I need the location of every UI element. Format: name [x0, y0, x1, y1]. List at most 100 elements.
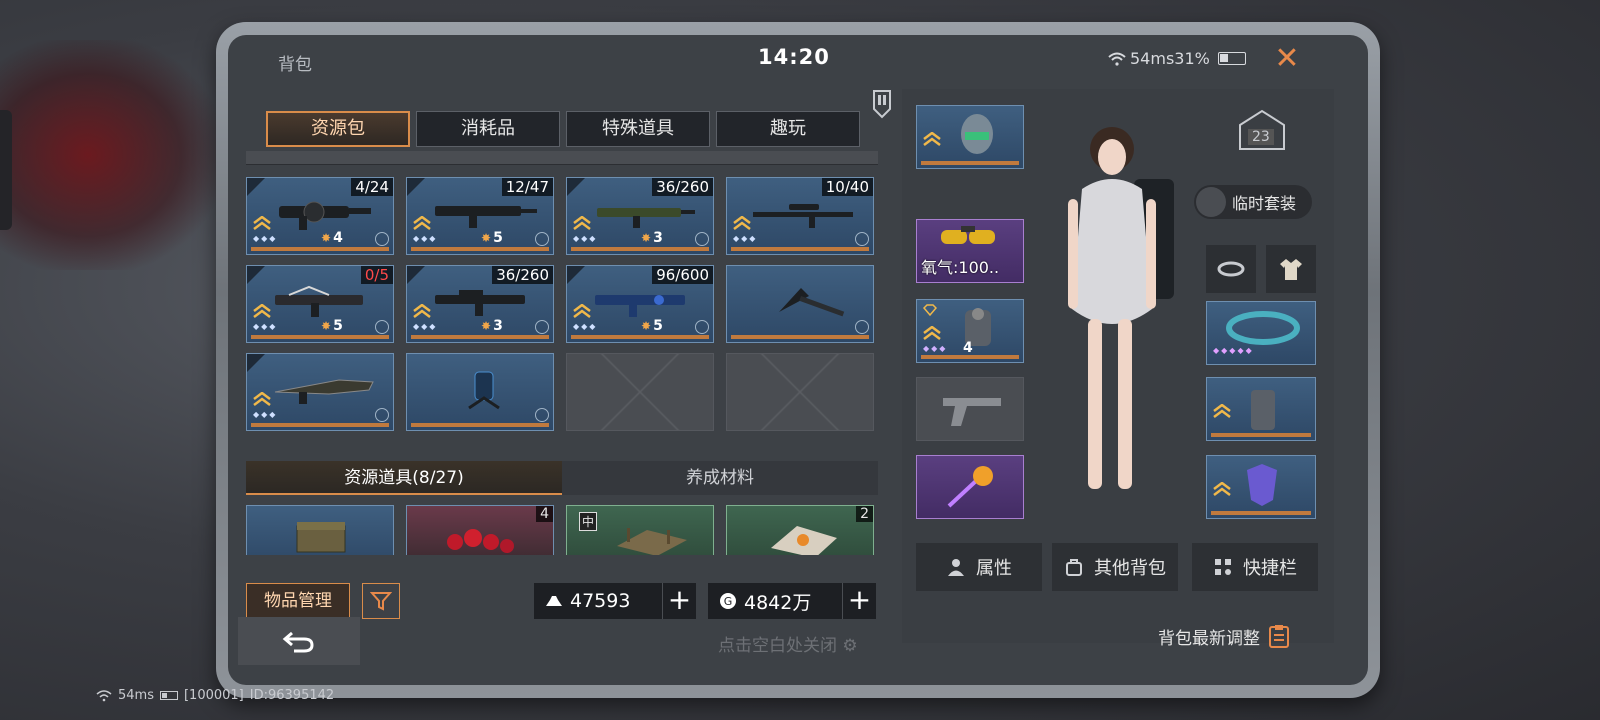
resource-item[interactable]: 中	[566, 505, 714, 555]
durability-bar	[571, 247, 709, 251]
bind-icon	[375, 320, 389, 334]
lollipop-icon	[947, 466, 993, 508]
armor-level: 4	[963, 340, 973, 356]
bag-icon	[771, 526, 837, 555]
character-model	[1042, 109, 1212, 509]
resource-item[interactable]	[246, 505, 394, 555]
screen-title: 背包	[278, 55, 312, 75]
empty-slot	[566, 353, 714, 431]
temporary-suit-button[interactable]: 临时套装	[1194, 185, 1312, 219]
shortcut-bar-button[interactable]: 快捷栏	[1192, 543, 1318, 591]
equipment-item[interactable]: 0/5 ◆◆◆ 5	[246, 265, 394, 343]
resource-item[interactable]: 2	[726, 505, 874, 555]
equipment-item[interactable]: 12/47 ◆◆◆ 5	[406, 177, 554, 255]
slot-helmet[interactable]	[916, 105, 1024, 169]
item-level: 3	[641, 230, 663, 246]
gold-bar-icon	[546, 596, 562, 606]
other-bags-label: 其他背包	[1094, 558, 1166, 579]
other-bags-button[interactable]: 其他背包	[1052, 543, 1178, 591]
wifi-icon	[1108, 52, 1126, 66]
bind-icon	[535, 320, 549, 334]
status-bar: 背包 14:20 54ms31% ✕	[228, 35, 1368, 85]
rifle-icon	[435, 290, 525, 316]
item-count: 0/5	[360, 266, 393, 284]
tab-special-items[interactable]: 特殊道具	[566, 111, 710, 147]
tab-resource-pack[interactable]: 资源包	[266, 111, 410, 147]
close-hint-text: 点击空白处关闭	[718, 636, 837, 656]
slot-bracelet[interactable]: ◆◆◆◆◆	[1206, 301, 1316, 365]
equipment-item[interactable]: ◆◆◆	[246, 353, 394, 431]
tab-growth-materials[interactable]: 养成材料	[562, 461, 878, 495]
tab-resource-items[interactable]: 资源道具(8/27)	[246, 461, 562, 495]
rifle-icon	[597, 208, 695, 228]
slot-pistol[interactable]	[916, 377, 1024, 441]
outfit-slot-button[interactable]	[1266, 245, 1316, 293]
shotgun-icon	[274, 379, 374, 404]
network-text: 54ms31%	[1130, 49, 1210, 68]
rank-chevron-icon	[573, 304, 591, 318]
ring-slot-button[interactable]	[1206, 245, 1256, 293]
slot-armor[interactable]: ◆◆◆ 4	[916, 299, 1024, 363]
slot-mask[interactable]	[1206, 455, 1316, 519]
bag-icon	[1066, 559, 1082, 576]
rank-chevron-icon	[923, 326, 941, 340]
slot-melee[interactable]	[916, 455, 1024, 519]
quality-dots: ◆◆◆	[413, 322, 438, 331]
bind-icon	[855, 232, 869, 246]
wifi-icon	[96, 689, 112, 701]
slot-oxygen[interactable]: 氧气:100..	[916, 219, 1024, 283]
durability-bar	[571, 335, 709, 339]
close-button[interactable]: ✕	[1270, 43, 1304, 77]
rifle-icon	[275, 285, 363, 317]
bind-icon	[695, 232, 709, 246]
quality-dots: ◆◆◆	[253, 234, 278, 243]
bind-icon	[535, 408, 549, 422]
filter-icon	[370, 592, 392, 611]
overlay-id: ID:96395142	[249, 688, 335, 703]
item-level: 5	[321, 318, 343, 334]
attributes-button[interactable]: 属性	[916, 543, 1042, 591]
helmet-icon	[961, 114, 993, 154]
item-count: 12/47	[501, 178, 553, 196]
ring-icon	[1217, 261, 1245, 277]
bind-icon	[535, 232, 549, 246]
item-type-corner	[247, 178, 265, 196]
resource-grid: 4 中 2	[246, 505, 886, 555]
tab-consumables[interactable]: 消耗品	[416, 111, 560, 147]
axe-icon	[779, 288, 845, 317]
clipboard-icon	[1269, 625, 1289, 648]
rank-chevron-icon	[253, 304, 271, 318]
equipment-item[interactable]: 36/260 ◆◆◆ 3	[406, 265, 554, 343]
durability-bar	[251, 423, 389, 427]
debug-overlay: 54ms [100001] ID:96395142	[96, 688, 334, 703]
category-tabs: 资源包 消耗品 特殊道具 趣玩	[266, 111, 860, 147]
tab-fun[interactable]: 趣玩	[716, 111, 860, 147]
item-type-corner	[567, 178, 585, 196]
network-status: 54ms31%	[1108, 49, 1246, 68]
pin-icon[interactable]	[872, 89, 892, 119]
durability-bar	[251, 247, 389, 251]
footer-bar: 点击空白处关闭 ⚙ 背包最新调整	[228, 613, 1368, 673]
coin-icon: G	[720, 593, 736, 609]
pistol-icon	[943, 398, 1001, 426]
character-panel: 氧气:100.. ◆◆◆ 4 23 临时套装 ◆◆◆◆◆ 属性 其他背包 快捷栏	[902, 89, 1334, 643]
level-badge-value: 23	[1248, 129, 1274, 145]
latest-adjustment-button[interactable]: 背包最新调整	[1158, 623, 1292, 649]
equipment-item[interactable]: 4/24 ◆◆◆ 4	[246, 177, 394, 255]
equipment-item[interactable]: 10/40 ◆◆◆	[726, 177, 874, 255]
item-type-corner	[247, 266, 265, 284]
slot-backpack[interactable]	[1206, 377, 1316, 441]
item-tag: 中	[579, 512, 598, 531]
back-button[interactable]	[238, 617, 360, 665]
durability-bar	[1211, 511, 1311, 515]
equipment-item[interactable]	[406, 353, 554, 431]
quality-dots: ◆◆◆	[733, 234, 758, 243]
rank-chevron-icon	[733, 216, 751, 230]
resource-item[interactable]: 4	[406, 505, 554, 555]
equipment-item[interactable]: 36/260 ◆◆◆ 3	[566, 177, 714, 255]
equipment-item[interactable]	[726, 265, 874, 343]
item-level: 5	[481, 230, 503, 246]
equipment-item[interactable]: 96/600 ◆◆◆ 5	[566, 265, 714, 343]
rifle-icon	[595, 295, 685, 317]
mask-icon	[1247, 464, 1277, 506]
